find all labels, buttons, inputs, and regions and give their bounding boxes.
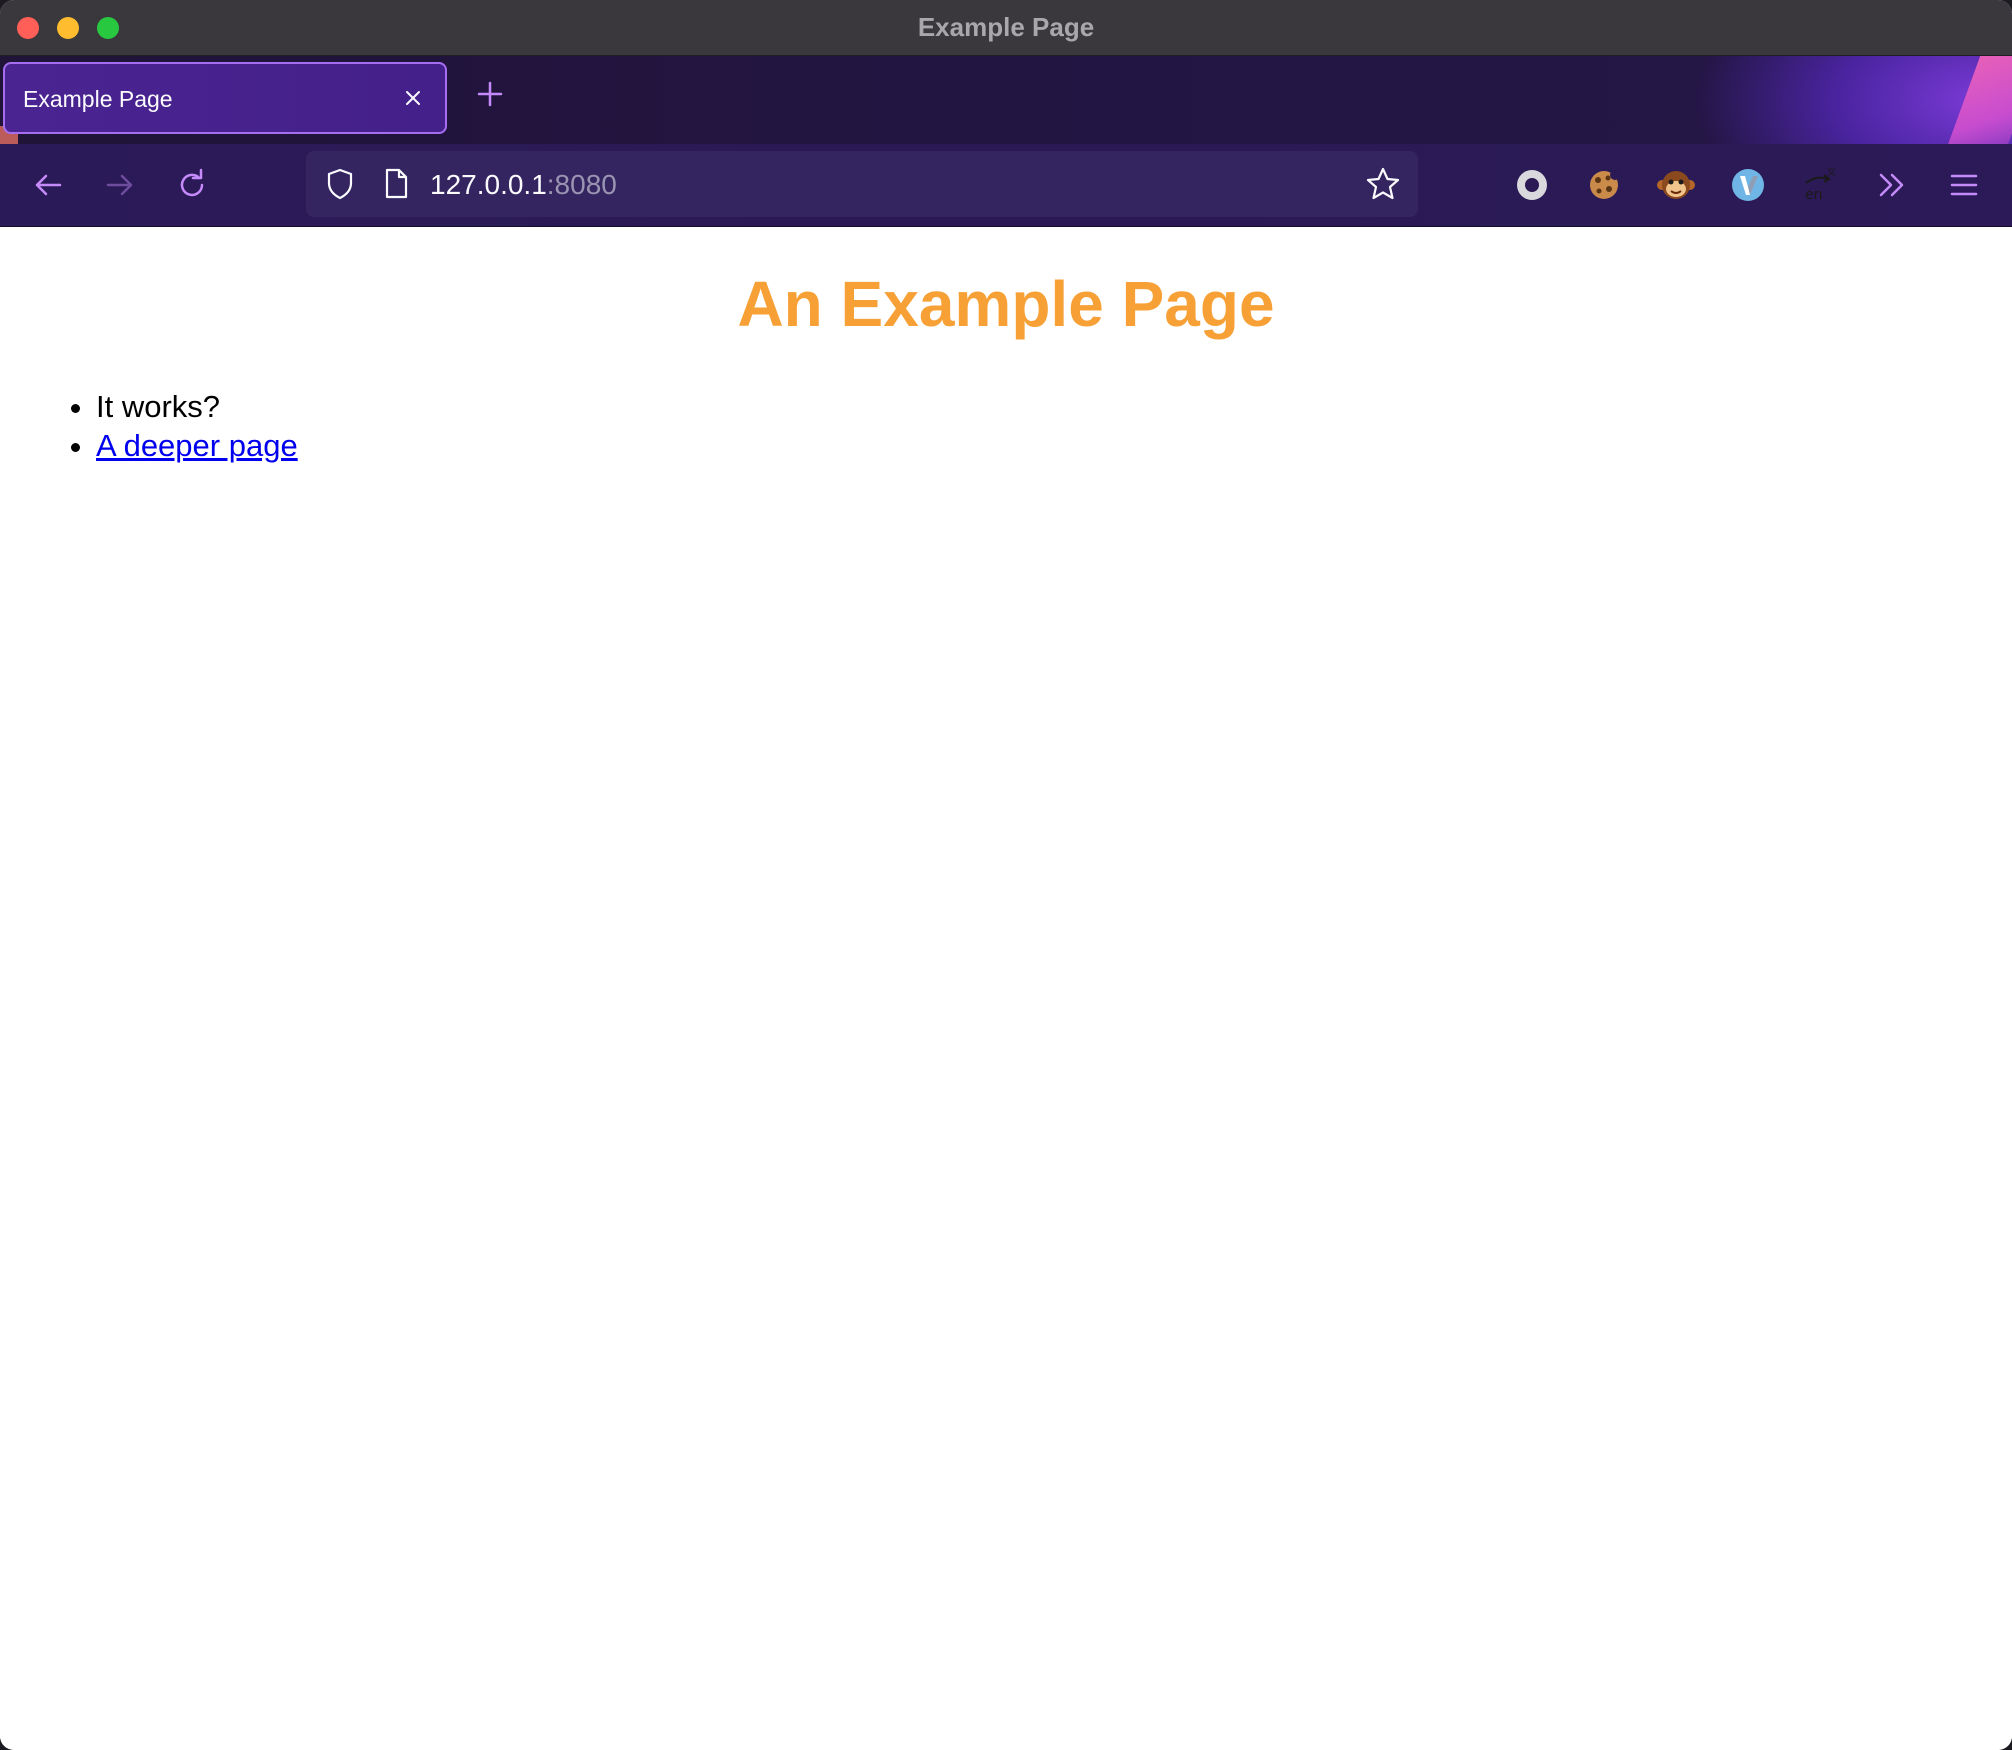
navigation-toolbar: 127.0.0.1:8080 en 文	[0, 144, 2012, 227]
svg-text:文: 文	[1827, 166, 1836, 178]
shield-icon[interactable]	[322, 166, 358, 202]
page-icon[interactable]	[378, 166, 414, 202]
tab-title: Example Page	[23, 86, 173, 112]
list-item: It works?	[96, 387, 298, 426]
browser-window: Example Page Example Page 127.0.0.1:8080…	[0, 0, 2012, 1750]
address-bar[interactable]: 127.0.0.1:8080	[306, 151, 1418, 217]
url-text[interactable]: 127.0.0.1:8080	[430, 169, 617, 201]
list-item-text: It works?	[96, 389, 221, 424]
new-tab-icon[interactable]	[470, 74, 510, 114]
deeper-page-link[interactable]: A deeper page	[96, 428, 298, 463]
url-port: :8080	[546, 169, 617, 200]
vimium-extension-icon[interactable]	[1726, 163, 1770, 207]
window-title: Example Page	[917, 12, 1095, 42]
chevron-double-right-icon[interactable]	[1870, 163, 1914, 207]
cookie-extension-icon[interactable]	[1582, 163, 1626, 207]
svg-text:en: en	[1805, 187, 1823, 203]
tampermonkey-monkey-icon[interactable]	[1654, 163, 1698, 207]
record-extension-icon[interactable]	[1510, 163, 1554, 207]
page-heading: An Example Page	[737, 268, 1275, 340]
tab-strip: Example Page	[0, 56, 2012, 144]
bookmark-star-icon[interactable]	[1364, 165, 1402, 203]
hamburger-menu-icon[interactable]	[1942, 163, 1986, 207]
list-item: A deeper page	[96, 426, 298, 465]
reload-icon[interactable]	[172, 165, 212, 205]
tab-example-page[interactable]: Example Page	[3, 62, 447, 134]
title-bar: Example Page	[0, 0, 2012, 56]
page-content: An Example Page It works? A deeper page	[0, 227, 2012, 1750]
translate-extension-icon[interactable]: en 文	[1798, 163, 1842, 207]
close-tab-icon[interactable]	[395, 80, 431, 116]
arrow-right-icon[interactable]	[100, 165, 140, 205]
arrow-left-icon[interactable]	[28, 165, 68, 205]
url-host: 127.0.0.1	[430, 169, 547, 200]
page-list: It works? A deeper page	[56, 387, 298, 465]
